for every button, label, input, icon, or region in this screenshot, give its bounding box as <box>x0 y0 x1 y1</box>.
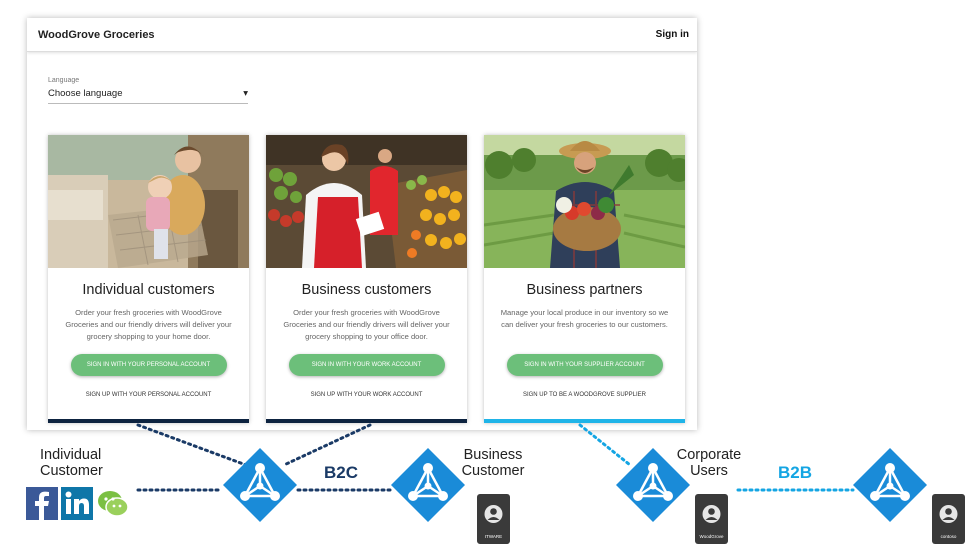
sign-in-personal-button[interactable]: SIGN IN WITH YOUR PERSONAL ACCOUNT <box>70 354 227 376</box>
linkedin-icon <box>61 487 93 520</box>
card-accent-bar <box>266 419 467 423</box>
corporate-label-line1: Corporate <box>676 447 742 463</box>
woodgrove-website: WoodGrove Groceries Sign in Language Cho… <box>27 18 697 430</box>
wechat-icon <box>97 487 129 520</box>
card-description: Manage your local produce in our invento… <box>500 308 669 329</box>
corporate-users-label: Corporate Users <box>672 447 746 479</box>
grocery-worker-photo <box>266 135 467 268</box>
corporate-label-line2: Users <box>690 463 728 479</box>
woodgrove-badge-icon: WoodGrove <box>695 494 728 544</box>
itware-badge-icon: ITWARE <box>477 494 510 544</box>
sign-in-supplier-button[interactable]: SIGN IN WITH YOUR SUPPLIER ACCOUNT <box>506 354 663 376</box>
shopping-photo <box>48 135 249 268</box>
sign-up-personal-link[interactable]: SIGN UP WITH YOUR PERSONAL ACCOUNT <box>48 392 249 398</box>
azure-ad-partner-icon <box>853 448 927 522</box>
sign-up-work-link[interactable]: SIGN UP WITH YOUR WORK ACCOUNT <box>266 392 467 398</box>
card-business-customers: Business customers Order your fresh groc… <box>266 135 467 423</box>
top-bar: WoodGrove Groceries Sign in <box>27 18 697 52</box>
sign-up-supplier-link[interactable]: SIGN UP TO BE A WOODGROVE SUPPLIER <box>484 392 685 398</box>
sign-in-link[interactable]: Sign in <box>656 29 689 40</box>
business-customer-label: Business Customer <box>460 447 526 479</box>
individual-label-line2: Customer <box>40 463 103 479</box>
language-dropdown[interactable]: Choose language ▾ <box>48 88 248 104</box>
card-title: Business partners <box>526 282 643 298</box>
caret-down-icon: ▾ <box>243 88 248 99</box>
card-title: Individual customers <box>82 282 215 298</box>
card-description: Order your fresh groceries with WoodGrov… <box>65 308 232 341</box>
b2c-label: B2C <box>324 463 359 482</box>
business-label-line2: Customer <box>461 463 525 479</box>
card-title: Business customers <box>301 282 432 298</box>
language-label: Language <box>48 77 80 84</box>
card-individual-customers: Individual customers Order your fresh gr… <box>48 135 249 423</box>
azure-ad-business-icon <box>391 448 465 522</box>
individual-customer-label: Individual Customer <box>40 447 103 479</box>
b2b-label: B2B <box>778 463 813 482</box>
business-label-line1: Business <box>463 447 523 463</box>
contoso-badge-icon: contoso <box>932 494 965 544</box>
brand-title: WoodGrove Groceries <box>38 28 155 41</box>
badge-caption: contoso <box>940 534 957 539</box>
card-accent-bar <box>48 419 249 423</box>
language-selector: Language Choose language ▾ <box>48 77 248 104</box>
individual-label-line1: Individual <box>40 447 102 463</box>
badge-caption: WoodGrove <box>699 534 724 539</box>
language-value: Choose language <box>48 88 123 99</box>
sign-in-work-button[interactable]: SIGN IN WITH YOUR WORK ACCOUNT <box>288 354 445 376</box>
card-accent-bar <box>484 419 685 423</box>
facebook-icon <box>26 487 58 520</box>
card-description: Order your fresh groceries with WoodGrov… <box>283 308 450 341</box>
farmer-photo <box>484 135 685 268</box>
azure-ad-b2c-icon <box>223 448 297 522</box>
card-business-partners: Business partners Manage your local prod… <box>484 135 685 423</box>
badge-caption: ITWARE <box>484 534 503 539</box>
